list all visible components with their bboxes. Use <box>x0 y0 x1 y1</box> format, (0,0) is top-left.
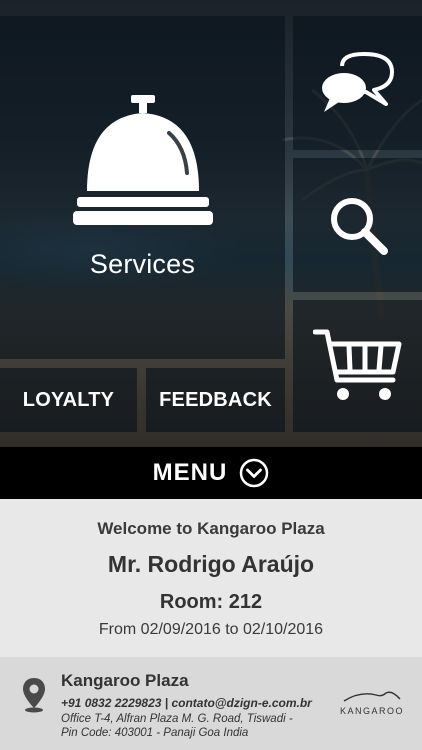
address-line-1: Office T-4, Alfran Plaza M. G. Road, Tis… <box>61 713 293 725</box>
feedback-label: FEEDBACK <box>159 388 272 411</box>
hero-background: Services LOYALTY FEEDBACK MENU <box>0 0 422 500</box>
location-pin-icon[interactable] <box>21 677 47 713</box>
menu-label: MENU <box>152 459 228 486</box>
brand-logo: KANGAROO <box>332 689 412 716</box>
chat-icon <box>321 52 394 112</box>
kangaroo-logo-icon <box>343 691 401 702</box>
services-tile[interactable]: Services <box>0 16 285 359</box>
search-tile[interactable] <box>293 158 422 292</box>
loyalty-label: LOYALTY <box>22 388 115 411</box>
cart-icon <box>312 329 401 400</box>
address-line-2: Pin Code: 403001 - Panaji Goa India <box>61 727 249 739</box>
room-number: Room: 212 <box>159 591 263 613</box>
menu-button[interactable]: MENU <box>0 447 422 499</box>
hotel-info-footer: Kangaroo Plaza +91 0832 2229823 | contat… <box>0 657 422 750</box>
contact-info[interactable]: +91 0832 2229823 | contato@dzign-e.com.b… <box>61 696 312 710</box>
welcome-panel: Welcome to Kangaroo Plaza Mr. Rodrigo Ar… <box>0 499 422 657</box>
hotel-name: Kangaroo Plaza <box>61 671 189 690</box>
services-label: Services <box>89 249 196 279</box>
bell-icon <box>72 95 213 225</box>
welcome-greeting: Welcome to Kangaroo Plaza <box>97 519 325 538</box>
chat-tile[interactable] <box>293 16 422 150</box>
search-icon <box>330 198 388 255</box>
stay-dates: From 02/09/2016 to 02/10/2016 <box>98 621 324 638</box>
cart-tile[interactable] <box>293 300 422 432</box>
feedback-tile[interactable]: FEEDBACK <box>146 368 285 432</box>
chevron-down-circle-icon <box>240 458 269 488</box>
brand-text: KANGAROO <box>339 706 404 716</box>
loyalty-tile[interactable]: LOYALTY <box>0 368 137 432</box>
guest-name: Mr. Rodrigo Araújo <box>107 551 315 577</box>
